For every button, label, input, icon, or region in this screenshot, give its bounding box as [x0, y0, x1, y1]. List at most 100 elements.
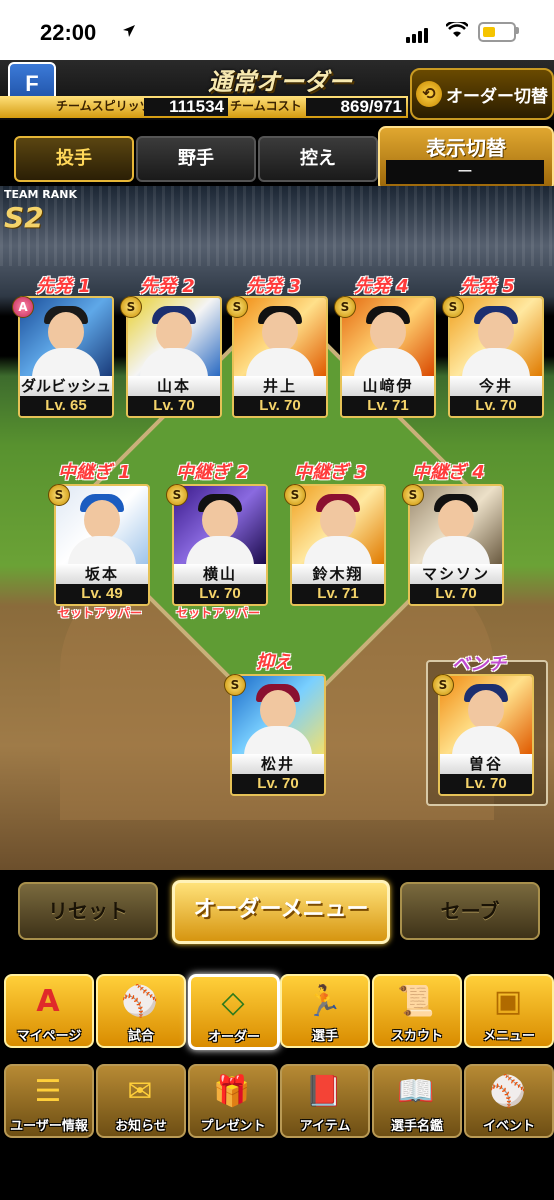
- player-card[interactable]: 松井 Lv. 70: [230, 674, 326, 796]
- gift-icon: 🎁: [213, 1073, 251, 1109]
- nav-label: 選手: [311, 1029, 338, 1044]
- reliever-1-label: 中継ぎ 1: [58, 462, 131, 483]
- bottom-safe-area: [0, 1160, 554, 1200]
- player-card[interactable]: 坂本 Lv. 49: [54, 484, 150, 606]
- order-menu-button[interactable]: オーダーメニュー: [172, 880, 390, 944]
- nav-notice[interactable]: ✉ お知らせ: [96, 1064, 186, 1138]
- rank-badge-icon: S: [48, 484, 70, 506]
- player-card[interactable]: 山本 Lv. 70: [126, 296, 222, 418]
- rank-badge-icon: S: [224, 674, 246, 696]
- nav-present[interactable]: 🎁 プレゼント: [188, 1064, 278, 1138]
- nav-order[interactable]: ◇ オーダー: [188, 974, 280, 1050]
- rank-badge-icon: S: [334, 296, 356, 318]
- player-card[interactable]: 曽谷 Lv. 70: [438, 674, 534, 796]
- menu-icon: ▣: [493, 983, 523, 1019]
- nav-menu[interactable]: ▣ メニュー: [464, 974, 554, 1048]
- player-name: マシソン: [410, 564, 502, 584]
- starter-2-label: 先発 2: [140, 276, 195, 297]
- player-level: Lv. 70: [174, 584, 266, 604]
- position-tabs: 投手 野手 控え: [0, 136, 380, 184]
- player-card[interactable]: 山﨑伊 Lv. 71: [340, 296, 436, 418]
- starter-3-label: 先発 3: [246, 276, 301, 297]
- rank-badge-icon: S: [432, 674, 454, 696]
- player-level: Lv. 49: [56, 584, 148, 604]
- nav-label: お知らせ: [115, 1119, 167, 1134]
- starter-1-label: 先発 1: [36, 276, 91, 297]
- player-level: Lv. 71: [342, 396, 434, 416]
- player-card[interactable]: 鈴木翔 Lv. 71: [290, 484, 386, 606]
- player-name: 山﨑伊: [342, 376, 434, 396]
- player-name: 山本: [128, 376, 220, 396]
- order-switch-button[interactable]: ⟲ オーダー切替: [410, 68, 554, 120]
- spirits-value: 111534: [144, 98, 228, 116]
- player-name: 曽谷: [440, 754, 532, 774]
- spirits-label: チームスピリッツ: [56, 99, 152, 113]
- player-face: [468, 690, 504, 730]
- save-button[interactable]: セーブ: [400, 882, 540, 940]
- player-face: [478, 312, 514, 352]
- nav-label: マイページ: [16, 1029, 82, 1044]
- nav-label: プレゼント: [200, 1119, 266, 1134]
- player-card[interactable]: ダルビッシュ Lv. 65: [18, 296, 114, 418]
- player-name: 坂本: [56, 564, 148, 584]
- bench-label: ベンチ: [452, 654, 506, 675]
- mypage-icon: A: [36, 983, 60, 1019]
- player-level: Lv. 70: [450, 396, 542, 416]
- player-card[interactable]: 横山 Lv. 70: [172, 484, 268, 606]
- team-rank-value: S2: [4, 201, 44, 234]
- nav-label: メニュー: [482, 1029, 535, 1044]
- reliever-4-label: 中継ぎ 4: [412, 462, 485, 483]
- location-arrow-icon: [123, 25, 135, 37]
- nav-player[interactable]: 🏃 選手: [280, 974, 370, 1048]
- player-face: [260, 690, 296, 730]
- player-card[interactable]: 今井 Lv. 70: [448, 296, 544, 418]
- nav-item[interactable]: 📕 アイテム: [280, 1064, 370, 1138]
- player-card[interactable]: マシソン Lv. 70: [408, 484, 504, 606]
- reset-button[interactable]: リセット: [18, 882, 158, 940]
- tab-fielder[interactable]: 野手: [136, 136, 256, 182]
- player-name: 井上: [234, 376, 326, 396]
- player-level: Lv. 70: [234, 396, 326, 416]
- rank-badge-icon: S: [120, 296, 142, 318]
- rank-badge-icon: S: [284, 484, 306, 506]
- player-name: 鈴木翔: [292, 564, 384, 584]
- nav-event[interactable]: ⚾ イベント: [464, 1064, 554, 1138]
- battery-icon: [478, 22, 516, 42]
- nav-mypage[interactable]: A マイページ: [4, 974, 94, 1048]
- tab-pitcher[interactable]: 投手: [14, 136, 134, 182]
- player-face: [370, 312, 406, 352]
- display-toggle-button[interactable]: 表示切替 ー: [378, 126, 554, 192]
- rank-badge-icon: S: [226, 296, 248, 318]
- nav-user-info[interactable]: ☰ ユーザー情報: [4, 1064, 94, 1138]
- user-info-icon: ☰: [34, 1073, 62, 1109]
- player-face: [262, 312, 298, 352]
- team-rank-title: TEAM RANK: [4, 188, 78, 201]
- stadium-stands: [0, 186, 554, 266]
- scout-icon: 📜: [397, 983, 435, 1019]
- nav-label: 試合: [127, 1029, 154, 1044]
- team-rank: TEAM RANK S2: [4, 188, 77, 234]
- reliever-3-label: 中継ぎ 3: [294, 462, 367, 483]
- event-icon: ⚾: [489, 1073, 527, 1109]
- nav-label: オーダー: [207, 1030, 260, 1045]
- player-icon: 🏃: [305, 983, 343, 1019]
- starter-5-label: 先発 5: [460, 276, 515, 297]
- player-name: 松井: [232, 754, 324, 774]
- rank-badge-icon: A: [12, 296, 34, 318]
- player-face: [438, 500, 474, 540]
- nav-label: スカウト: [390, 1029, 443, 1044]
- player-level: Lv. 70: [232, 774, 324, 794]
- signal-icon: [406, 24, 430, 43]
- wifi-icon: [446, 22, 468, 37]
- nav-player-directory[interactable]: 📖 選手名鑑: [372, 1064, 462, 1138]
- player-card[interactable]: 井上 Lv. 70: [232, 296, 328, 418]
- nav-scout[interactable]: 📜 スカウト: [372, 974, 462, 1048]
- nav-label: 選手名鑑: [390, 1119, 443, 1134]
- closer-label: 抑え: [256, 652, 292, 673]
- player-face: [320, 500, 356, 540]
- reliever-2-label: 中継ぎ 2: [176, 462, 249, 483]
- player-name: 今井: [450, 376, 542, 396]
- nav-game[interactable]: ⚾ 試合: [96, 974, 186, 1048]
- tab-reserve[interactable]: 控え: [258, 136, 378, 182]
- nav-label: ユーザー情報: [10, 1119, 88, 1134]
